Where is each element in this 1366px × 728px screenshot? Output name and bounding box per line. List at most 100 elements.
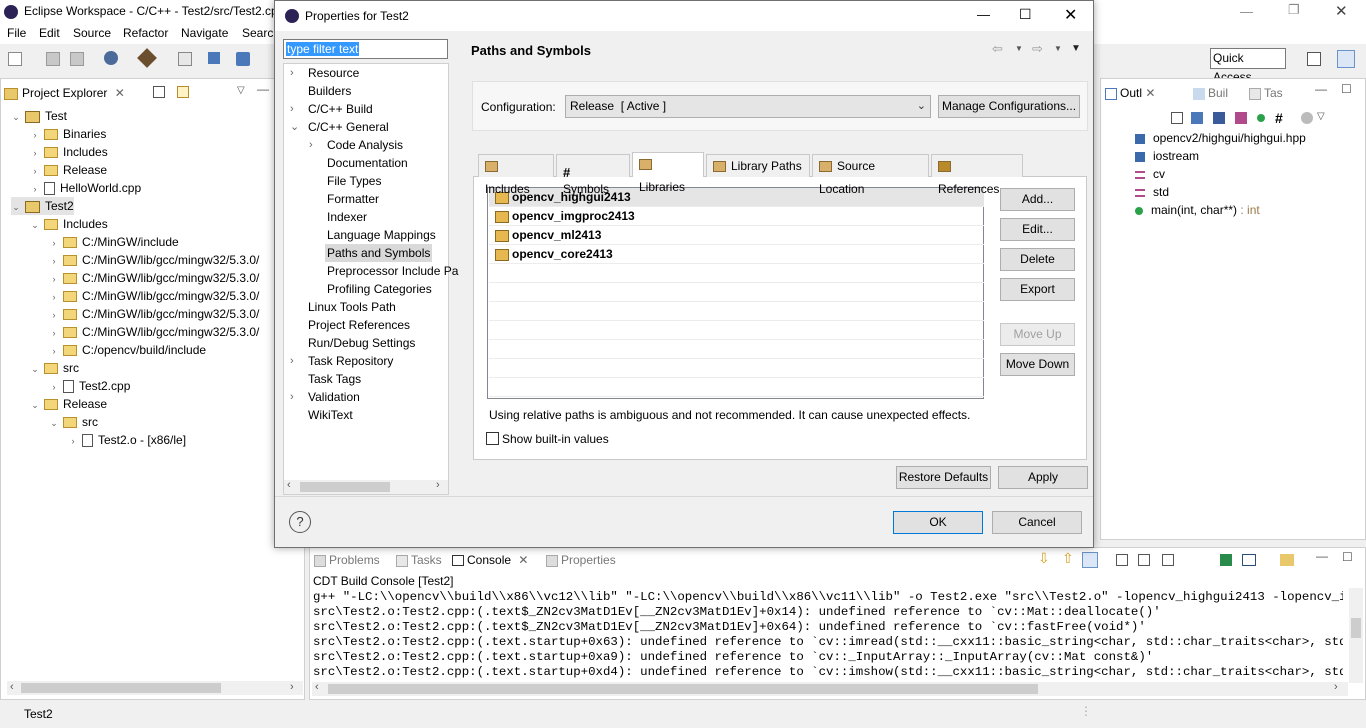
nav-item[interactable]: Language Mappings — [284, 226, 448, 244]
chevron-right-icon[interactable]: › — [49, 342, 59, 360]
help-icon[interactable]: ? — [289, 511, 311, 533]
nav-item[interactable]: Builders — [284, 82, 448, 100]
project-tree-item[interactable]: ⌄ src — [30, 359, 79, 377]
scroll-lock-down-icon[interactable]: ⇩ — [1038, 550, 1050, 567]
save-all-icon[interactable] — [70, 52, 84, 66]
tab-symbols[interactable]: #Symbols — [556, 154, 630, 196]
close-console-icon[interactable]: ✕ — [518, 553, 528, 567]
apply-button[interactable]: Apply — [998, 466, 1088, 489]
nav-item[interactable]: › C/C++ Build — [284, 100, 448, 118]
library-item[interactable]: opencv_ml2413 — [489, 226, 984, 245]
chevron-right-icon[interactable]: › — [290, 388, 294, 406]
project-tree-item[interactable]: › C:/opencv/build/include — [49, 341, 207, 360]
problems-tab[interactable]: Problems — [314, 550, 380, 570]
nav-item[interactable]: Run/Debug Settings — [284, 334, 448, 352]
chevron-right-icon[interactable]: › — [49, 234, 59, 252]
nav-item[interactable]: Preprocessor Include Pa — [284, 262, 458, 280]
build-targets-tab[interactable]: Buil — [1193, 82, 1228, 104]
link-editor-icon[interactable] — [177, 86, 189, 98]
outline-item[interactable]: opencv2/highgui/highgui.hpp — [1135, 129, 1306, 147]
chevron-right-icon[interactable]: › — [290, 100, 294, 118]
chevron-right-icon[interactable]: › — [49, 270, 59, 288]
pin-console-icon[interactable] — [1138, 554, 1150, 566]
outline-item[interactable]: iostream — [1135, 147, 1199, 165]
close-icon[interactable]: ✕ — [1335, 2, 1348, 20]
tab-source-location[interactable]: Source Location — [812, 154, 929, 196]
nav-item[interactable]: WikiText — [284, 406, 448, 424]
chevron-right-icon[interactable]: › — [49, 306, 59, 324]
explorer-hscroll[interactable]: ‹ › — [7, 681, 303, 695]
build-icon[interactable] — [137, 48, 157, 68]
tab-libraries[interactable]: Libraries — [632, 152, 704, 194]
menu-source[interactable]: Source — [73, 26, 111, 40]
library-list[interactable]: opencv_highgui2413opencv_imgproc2413open… — [487, 187, 984, 399]
tasks-tab[interactable]: Tas — [1249, 82, 1283, 104]
chevron-down-icon[interactable]: ⌄ — [30, 360, 40, 378]
project-explorer-tab[interactable]: Project Explorer ✕ — [4, 82, 125, 104]
project-tree-item[interactable]: › C:/MinGW/lib/gcc/mingw32/5.3.0/ — [49, 287, 260, 306]
new-icon[interactable] — [8, 52, 22, 66]
project-tree-item[interactable]: ⌄ Includes — [30, 215, 107, 233]
move-up-button[interactable]: Move Up — [1000, 323, 1075, 346]
close-view-icon[interactable]: ✕ — [115, 86, 125, 100]
save-icon[interactable] — [46, 52, 60, 66]
ok-button[interactable]: OK — [893, 511, 983, 534]
project-tree-item[interactable]: › C:/MinGW/include — [49, 233, 179, 251]
nav-item[interactable]: Linux Tools Path — [284, 298, 448, 316]
nav-item[interactable]: File Types — [284, 172, 448, 190]
view-menu-icon[interactable]: ▽ — [237, 85, 245, 96]
back-icon[interactable]: ⇦ — [992, 41, 1003, 57]
nav-item[interactable]: Indexer — [284, 208, 448, 226]
outline-item[interactable]: main(int, char**) : int — [1135, 201, 1260, 219]
nav-item[interactable]: Documentation — [284, 154, 448, 172]
group-includes-icon[interactable]: # — [1275, 110, 1283, 126]
move-down-button[interactable]: Move Down — [1000, 353, 1075, 376]
project-tree-item[interactable]: › C:/MinGW/lib/gcc/mingw32/5.3.0/ — [49, 323, 260, 341]
project-tree-item[interactable]: ⌄ Test2 — [11, 197, 74, 215]
chevron-down-icon[interactable]: ⌄ — [290, 118, 299, 136]
pin-icon[interactable] — [208, 52, 220, 64]
hide-fields-icon[interactable] — [1213, 112, 1225, 124]
collapse-all-icon[interactable] — [1171, 112, 1183, 124]
project-tree-item[interactable]: ⌄ Test — [11, 107, 67, 125]
maximize-outline-icon[interactable]: ☐ — [1341, 82, 1352, 96]
minimize-console-icon[interactable]: — — [1316, 549, 1328, 563]
maximize-console-icon[interactable]: ☐ — [1342, 550, 1353, 564]
nav-item[interactable]: › Code Analysis — [284, 136, 448, 154]
page-menu-icon[interactable]: ▼ — [1071, 43, 1081, 54]
chevron-down-icon[interactable]: ⌄ — [30, 396, 40, 414]
cpp-perspective-icon[interactable] — [1337, 50, 1355, 68]
configuration-select[interactable]: Release [ Active ] ⌄ — [565, 95, 931, 118]
forward-icon[interactable]: ⇨ — [1032, 41, 1043, 57]
project-tree-item[interactable]: ⌄ src — [49, 413, 98, 431]
chevron-right-icon[interactable]: › — [309, 136, 313, 154]
chevron-right-icon[interactable]: › — [30, 144, 40, 162]
project-tree-item[interactable]: › Binaries — [30, 125, 107, 143]
project-tree-item[interactable]: › C:/MinGW/lib/gcc/mingw32/5.3.0/ — [49, 305, 260, 324]
collapse-all-icon[interactable] — [153, 86, 165, 98]
chevron-right-icon[interactable]: › — [30, 180, 40, 198]
properties-tab[interactable]: Properties — [546, 550, 616, 570]
display-console-icon[interactable] — [1162, 554, 1174, 566]
project-tree-item[interactable]: › Test2.o - [x86/le] — [68, 431, 186, 449]
project-tree-item[interactable]: ⌄ Release — [30, 395, 107, 413]
nav-item[interactable]: › Validation — [284, 388, 448, 406]
chevron-right-icon[interactable]: › — [30, 162, 40, 180]
tab-library-paths[interactable]: Library Paths — [706, 154, 810, 177]
menu-edit[interactable]: Edit — [39, 26, 60, 40]
chevron-right-icon[interactable]: › — [49, 252, 59, 270]
add-button[interactable]: Add... — [1000, 188, 1075, 211]
console-tab[interactable]: Console ✕ — [452, 550, 528, 570]
debug-icon[interactable] — [104, 51, 118, 65]
restore-icon[interactable]: ❐ — [1288, 2, 1300, 18]
chevron-right-icon[interactable]: › — [49, 288, 59, 306]
nav-hscroll[interactable]: ‹ › — [284, 479, 448, 494]
outline-menu-icon[interactable]: ▽ — [1317, 111, 1325, 122]
nav-item[interactable]: Task Tags — [284, 370, 448, 388]
project-tree-item[interactable]: › Release — [30, 161, 108, 180]
library-item[interactable]: opencv_core2413 — [489, 245, 984, 264]
dialog-close-icon[interactable]: ✕ — [1064, 5, 1077, 25]
show-builtin-checkbox[interactable] — [486, 432, 499, 445]
nav-item[interactable]: Project References — [284, 316, 448, 334]
console-hscroll[interactable]: ‹ › — [312, 681, 1348, 696]
